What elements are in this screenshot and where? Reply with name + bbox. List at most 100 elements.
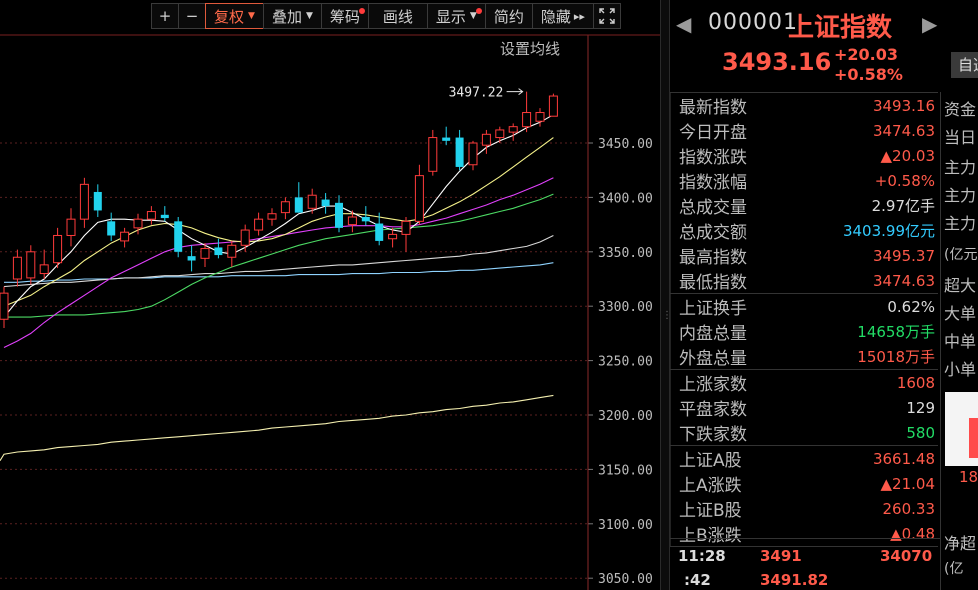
stat-label: 总成交量 xyxy=(679,198,747,218)
stat-row: 最低指数 3474.63 xyxy=(670,268,938,293)
quote-stats: 最新指数 3493.16 今日开盘 3474.63 指数涨跌 ▲20.03 指数涨幅 +… xyxy=(670,92,938,547)
y-tick-label: 3250.00 xyxy=(598,355,653,370)
stat-row: 上证A股 3661.48 xyxy=(670,446,938,471)
stat-row: 上证B股 260.33 xyxy=(670,496,938,521)
candle-body-down xyxy=(321,199,330,207)
tab-fund[interactable]: 资金 xyxy=(944,96,976,120)
stat-row: 指数涨幅 +0.58% xyxy=(670,168,938,193)
candle-body-up xyxy=(548,95,558,117)
unit-label: (亿元 xyxy=(944,247,978,263)
tick-time: 11:28 xyxy=(678,547,726,565)
stat-label: 指数涨幅 xyxy=(679,173,747,193)
flow-label: 小单 xyxy=(944,360,977,379)
stat-label: 上A涨跌 xyxy=(679,476,742,496)
display-button[interactable]: 显示 ▼ xyxy=(426,3,486,29)
kline-chart[interactable]: 3450.00 3400.00 3350.00 3300.00 3250.00 3200.… xyxy=(0,0,660,590)
high-price-annotation: 3497.22 xyxy=(449,86,504,101)
candle-body-up xyxy=(79,183,89,220)
quote-header: ◀ 000001 上证指数 ▶ 3493.16 +20.03 +0.58% 自选 xyxy=(670,0,978,92)
stat-value: 260.33 xyxy=(882,499,936,518)
stat-row: 上涨家数 1608 xyxy=(670,370,938,395)
simple-mode-button[interactable]: 简约 xyxy=(484,3,533,29)
y-tick-label: 3050.00 xyxy=(598,572,653,587)
plus-icon: + xyxy=(158,7,172,25)
candle-body-up xyxy=(307,194,317,209)
panel-splitter[interactable]: ⋮⋮ xyxy=(660,0,682,590)
candle-body-up xyxy=(53,234,63,264)
chevron-down-icon: ▼ xyxy=(305,11,313,21)
y-tick-label: 3350.00 xyxy=(598,246,653,261)
add-watchlist-button[interactable]: 自选 xyxy=(951,52,978,78)
tab-today[interactable]: 当日 xyxy=(944,124,976,148)
stat-row: 下跌家数 580 xyxy=(670,420,938,445)
stat-label: 指数涨跌 xyxy=(679,148,747,168)
candle-body-down xyxy=(361,216,370,222)
fullscreen-button[interactable] xyxy=(592,3,621,29)
latest-price: 3493.16 xyxy=(722,48,832,76)
candle-body-down xyxy=(294,197,303,213)
zoom-out-button[interactable]: − xyxy=(178,3,206,29)
candle-body-up xyxy=(240,229,250,246)
tick-volume: 34070 xyxy=(880,547,933,565)
candle-body-up xyxy=(522,112,532,128)
next-stock-icon[interactable]: ▶ xyxy=(922,12,937,36)
candle-body-up xyxy=(267,213,277,220)
candle-body-up xyxy=(120,231,130,242)
prev-stock-icon[interactable]: ◀ xyxy=(676,12,691,36)
y-tick-label: 3450.00 xyxy=(598,137,653,152)
candle-body-down xyxy=(93,191,102,211)
stat-row: 今日开盘 3474.63 xyxy=(670,118,938,143)
stat-value: 2.97亿手 xyxy=(871,197,935,215)
stat-row: 最新指数 3493.16 xyxy=(670,93,938,118)
candle-body-up xyxy=(495,129,505,139)
stat-label: 内盘总量 xyxy=(679,324,747,344)
stat-value: 3493.16 xyxy=(872,96,935,115)
draw-line-button[interactable]: 画线 xyxy=(367,3,428,29)
zoom-in-button[interactable]: + xyxy=(151,3,179,29)
change-percent: +0.58% xyxy=(834,65,903,84)
candle-body-up xyxy=(347,216,357,226)
chips-button[interactable]: 筹码 xyxy=(320,3,369,29)
restore-rights-button[interactable]: 复权 ▼ xyxy=(205,3,264,29)
stat-label: 总成交额 xyxy=(679,223,747,243)
stat-label: 下跌家数 xyxy=(679,425,747,445)
stat-row: 上证换手 0.62% xyxy=(670,294,938,319)
double-arrow-icon: ▸▸ xyxy=(573,9,585,23)
candle-body-up xyxy=(133,218,143,229)
button-label: 简约 xyxy=(493,7,524,26)
overlay-button[interactable]: 叠加 ▼ xyxy=(262,3,322,29)
stats-group-turnover: 上证换手 0.62% 内盘总量 14658万手 外盘总量 15018万手 xyxy=(670,294,938,370)
button-label: 筹码 xyxy=(329,7,360,26)
candle-body-up xyxy=(535,112,545,122)
hide-button[interactable]: 隐藏 ▸▸ xyxy=(531,3,594,29)
candle-body-down xyxy=(442,137,451,141)
fullscreen-icon xyxy=(599,8,615,24)
stat-label: 最新指数 xyxy=(679,98,747,118)
y-tick-label: 3100.00 xyxy=(598,518,653,533)
chevron-down-icon: ▼ xyxy=(248,11,255,21)
fund-flow-strip: 资金 当日 主力 主力 主力 (亿元 超大 大单 中单 小单 18 净超 (亿 xyxy=(940,92,978,590)
button-label: 画线 xyxy=(382,7,413,26)
candle-body-up xyxy=(401,220,411,235)
candle-body-up xyxy=(280,201,290,214)
candle-body-up xyxy=(26,251,36,279)
tick-price: 3491 xyxy=(760,547,802,565)
candle-body-up xyxy=(428,137,438,172)
kline-chart-panel[interactable]: 3450.00 3400.00 3350.00 3300.00 3250.00 3200.… xyxy=(0,0,660,590)
stat-row: 内盘总量 14658万手 xyxy=(670,319,938,344)
candle-body-up xyxy=(0,292,9,320)
candle-body-up xyxy=(66,218,76,236)
flow-label: 大单 xyxy=(944,304,977,323)
candle-body-up xyxy=(227,244,237,258)
stat-value: 1608 xyxy=(896,373,935,392)
candle-body-up xyxy=(481,133,491,146)
candle-body-up xyxy=(414,175,424,222)
stat-value: 580 xyxy=(906,423,935,442)
candle-body-up xyxy=(12,256,22,280)
candle-body-down xyxy=(174,221,183,252)
flow-label: 超大 xyxy=(944,276,977,295)
tick-list: 11:28 3491 34070 :42 3491.82 xyxy=(670,538,940,590)
candle-body-down xyxy=(455,137,464,167)
ma-setting-link[interactable]: 设置均线 xyxy=(500,38,560,59)
candle-body-up xyxy=(254,218,264,231)
